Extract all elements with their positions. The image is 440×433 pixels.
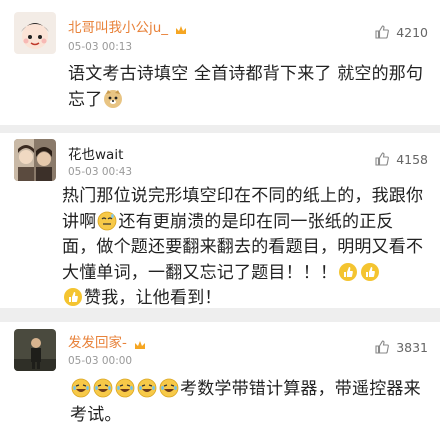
comment-item: 发发回家- 05-03 00:00 3831 考数学带错计算器，带遥控器来考试。 — [0, 322, 440, 433]
laugh-cry-emoji-icon — [159, 378, 179, 398]
username[interactable]: 发发回家- — [68, 331, 146, 351]
yellow-thumb-emoji-icon — [360, 262, 380, 282]
like-button[interactable]: 4210 — [374, 24, 428, 40]
like-button[interactable]: 3831 — [374, 339, 428, 355]
like-count: 4158 — [396, 151, 428, 167]
like-count: 4210 — [396, 24, 428, 40]
username[interactable]: 北哥叫我小公ju_ — [68, 16, 187, 36]
thumbs-up-icon[interactable] — [374, 339, 390, 355]
comment-item: 花也wait 05-03 00:43 4158 热门那位说完形填空印在不同的纸上… — [0, 133, 440, 308]
thumbs-up-icon[interactable] — [374, 24, 390, 40]
doge-emoji-icon — [103, 89, 123, 109]
laugh-cry-emoji-icon — [93, 378, 113, 398]
crown-badge-icon — [175, 23, 187, 34]
comment-text: 语文考古诗填空 全首诗都背下来了 就空的那句忘了 — [68, 64, 424, 110]
avatar[interactable] — [14, 12, 56, 54]
yellow-thumb-emoji-icon — [63, 287, 83, 307]
laugh-cry-emoji-icon — [115, 378, 135, 398]
comment-text: 考数学带错计算器，带遥控器来考试。 — [70, 378, 421, 425]
comment-feed: 北哥叫我小公ju_ 05-03 00:13 4210 语文考古诗填空 全首诗都背… — [0, 0, 440, 433]
comment-item: 北哥叫我小公ju_ 05-03 00:13 4210 语文考古诗填空 全首诗都背… — [0, 0, 440, 125]
comment-divider — [0, 125, 440, 133]
comment-time: 05-03 00:13 — [68, 41, 133, 53]
awkward-smile-emoji-icon — [97, 211, 117, 231]
avatar[interactable] — [14, 139, 56, 181]
username[interactable]: 花也wait — [68, 143, 123, 163]
thumbs-up-icon[interactable] — [374, 151, 390, 167]
comment-time: 05-03 00:00 — [68, 355, 133, 367]
yellow-thumb-emoji-icon — [338, 262, 358, 282]
like-button[interactable]: 4158 — [374, 151, 428, 167]
avatar[interactable] — [14, 329, 56, 371]
like-count: 3831 — [396, 339, 428, 355]
comment-text: 热门那位说完形填空印在不同的纸上的，我跟你讲啊 还有更崩溃的是印在同一张纸的正反面… — [62, 186, 424, 308]
laugh-cry-emoji-icon — [71, 378, 91, 398]
crown-badge-icon — [134, 338, 146, 349]
laugh-cry-emoji-icon — [137, 378, 157, 398]
comment-time: 05-03 00:43 — [68, 166, 133, 178]
